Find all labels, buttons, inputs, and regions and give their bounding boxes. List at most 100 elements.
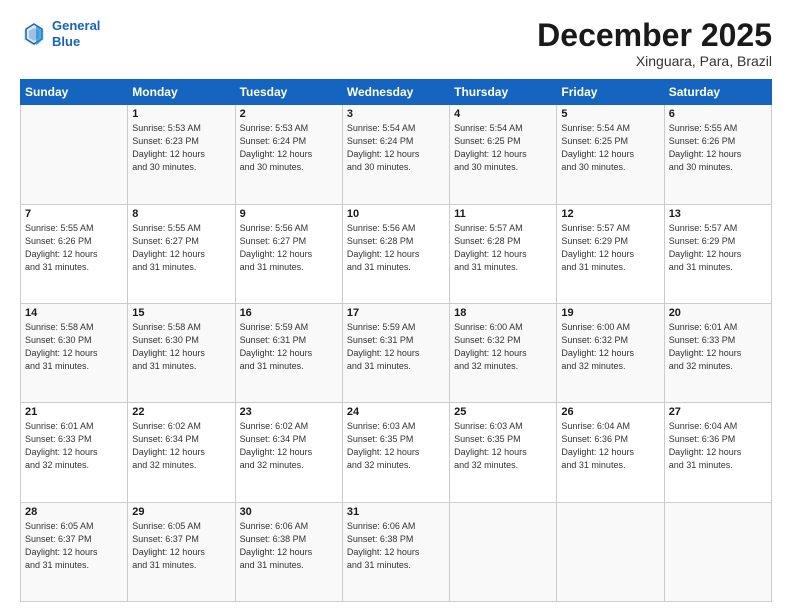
week-row-1: 1 Sunrise: 5:53 AMSunset: 6:23 PMDaylight… xyxy=(21,105,772,204)
day-info: Sunrise: 6:03 AMSunset: 6:35 PMDaylight:… xyxy=(347,420,445,472)
calendar-header-row: SundayMondayTuesdayWednesdayThursdayFrid… xyxy=(21,80,772,105)
day-info: Sunrise: 5:55 AMSunset: 6:26 PMDaylight:… xyxy=(25,222,123,274)
calendar-cell: 24 Sunrise: 6:03 AMSunset: 6:35 PMDayligh… xyxy=(342,403,449,502)
calendar-cell: 11 Sunrise: 5:57 AMSunset: 6:28 PMDayligh… xyxy=(450,204,557,303)
day-number: 14 xyxy=(25,307,123,319)
calendar-cell: 10Sunrise: 5:56 AMSunset: 6:28 PMDayligh… xyxy=(342,204,449,303)
day-header-friday: Friday xyxy=(557,80,664,105)
calendar-cell: 12 Sunrise: 5:57 AMSunset: 6:29 PMDayligh… xyxy=(557,204,664,303)
day-info: Sunrise: 5:55 AMSunset: 6:26 PMDaylight:… xyxy=(669,122,767,174)
day-info: Sunrise: 5:57 AMSunset: 6:29 PMDaylight:… xyxy=(561,222,659,274)
day-header-saturday: Saturday xyxy=(664,80,771,105)
day-info: Sunrise: 5:57 AMSunset: 6:29 PMDaylight:… xyxy=(669,222,767,274)
day-number: 2 xyxy=(240,108,338,120)
calendar-cell xyxy=(450,502,557,601)
day-info: Sunrise: 5:58 AMSunset: 6:30 PMDaylight:… xyxy=(25,321,123,373)
calendar-cell: 8 Sunrise: 5:55 AMSunset: 6:27 PMDaylight… xyxy=(128,204,235,303)
week-row-4: 21Sunrise: 6:01 AMSunset: 6:33 PMDayligh… xyxy=(21,403,772,502)
calendar-cell: 3 Sunrise: 5:54 AMSunset: 6:24 PMDaylight… xyxy=(342,105,449,204)
day-info: Sunrise: 6:05 AMSunset: 6:37 PMDaylight:… xyxy=(132,520,230,572)
day-number: 22 xyxy=(132,406,230,418)
day-number: 8 xyxy=(132,208,230,220)
day-info: Sunrise: 5:59 AMSunset: 6:31 PMDaylight:… xyxy=(347,321,445,373)
day-info: Sunrise: 6:00 AMSunset: 6:32 PMDaylight:… xyxy=(561,321,659,373)
calendar-cell: 17 Sunrise: 5:59 AMSunset: 6:31 PMDayligh… xyxy=(342,303,449,402)
day-number: 17 xyxy=(347,307,445,319)
day-number: 20 xyxy=(669,307,767,319)
calendar-cell: 5 Sunrise: 5:54 AMSunset: 6:25 PMDaylight… xyxy=(557,105,664,204)
calendar-cell: 27 Sunrise: 6:04 AMSunset: 6:36 PMDayligh… xyxy=(664,403,771,502)
day-number: 23 xyxy=(240,406,338,418)
calendar-cell: 25 Sunrise: 6:03 AMSunset: 6:35 PMDayligh… xyxy=(450,403,557,502)
day-info: Sunrise: 5:56 AMSunset: 6:27 PMDaylight:… xyxy=(240,222,338,274)
calendar-cell: 20 Sunrise: 6:01 AMSunset: 6:33 PMDayligh… xyxy=(664,303,771,402)
day-info: Sunrise: 6:04 AMSunset: 6:36 PMDaylight:… xyxy=(669,420,767,472)
day-number: 21 xyxy=(25,406,123,418)
calendar-cell: 13 Sunrise: 5:57 AMSunset: 6:29 PMDayligh… xyxy=(664,204,771,303)
day-info: Sunrise: 6:06 AMSunset: 6:38 PMDaylight:… xyxy=(240,520,338,572)
day-number: 26 xyxy=(561,406,659,418)
day-number: 27 xyxy=(669,406,767,418)
day-number: 3 xyxy=(347,108,445,120)
day-info: Sunrise: 6:00 AMSunset: 6:32 PMDaylight:… xyxy=(454,321,552,373)
calendar-cell: 26 Sunrise: 6:04 AMSunset: 6:36 PMDayligh… xyxy=(557,403,664,502)
day-info: Sunrise: 5:57 AMSunset: 6:28 PMDaylight:… xyxy=(454,222,552,274)
calendar-cell: 23 Sunrise: 6:02 AMSunset: 6:34 PMDayligh… xyxy=(235,403,342,502)
week-row-3: 14 Sunrise: 5:58 AMSunset: 6:30 PMDayligh… xyxy=(21,303,772,402)
calendar-cell: 18 Sunrise: 6:00 AMSunset: 6:32 PMDayligh… xyxy=(450,303,557,402)
day-info: Sunrise: 5:55 AMSunset: 6:27 PMDaylight:… xyxy=(132,222,230,274)
calendar-cell: 6 Sunrise: 5:55 AMSunset: 6:26 PMDaylight… xyxy=(664,105,771,204)
day-number: 15 xyxy=(132,307,230,319)
logo-text: General Blue xyxy=(52,18,100,49)
day-number: 13 xyxy=(669,208,767,220)
calendar-cell: 30 Sunrise: 6:06 AMSunset: 6:38 PMDayligh… xyxy=(235,502,342,601)
day-number: 6 xyxy=(669,108,767,120)
day-number: 24 xyxy=(347,406,445,418)
week-row-2: 7Sunrise: 5:55 AMSunset: 6:26 PMDaylight… xyxy=(21,204,772,303)
day-info: Sunrise: 6:03 AMSunset: 6:35 PMDaylight:… xyxy=(454,420,552,472)
day-info: Sunrise: 6:04 AMSunset: 6:36 PMDaylight:… xyxy=(561,420,659,472)
day-number: 28 xyxy=(25,506,123,518)
calendar-cell: 1 Sunrise: 5:53 AMSunset: 6:23 PMDaylight… xyxy=(128,105,235,204)
day-number: 11 xyxy=(454,208,552,220)
day-number: 5 xyxy=(561,108,659,120)
calendar-cell: 19 Sunrise: 6:00 AMSunset: 6:32 PMDayligh… xyxy=(557,303,664,402)
day-header-sunday: Sunday xyxy=(21,80,128,105)
calendar-cell: 14 Sunrise: 5:58 AMSunset: 6:30 PMDayligh… xyxy=(21,303,128,402)
day-number: 1 xyxy=(132,108,230,120)
day-info: Sunrise: 5:58 AMSunset: 6:30 PMDaylight:… xyxy=(132,321,230,373)
calendar-cell: 9 Sunrise: 5:56 AMSunset: 6:27 PMDaylight… xyxy=(235,204,342,303)
day-header-wednesday: Wednesday xyxy=(342,80,449,105)
day-number: 12 xyxy=(561,208,659,220)
calendar-cell: 2Sunrise: 5:53 AMSunset: 6:24 PMDaylight… xyxy=(235,105,342,204)
logo-icon xyxy=(20,20,48,48)
calendar-cell: 22 Sunrise: 6:02 AMSunset: 6:34 PMDayligh… xyxy=(128,403,235,502)
day-info: Sunrise: 5:53 AMSunset: 6:23 PMDaylight:… xyxy=(132,122,230,174)
day-number: 9 xyxy=(240,208,338,220)
day-info: Sunrise: 6:02 AMSunset: 6:34 PMDaylight:… xyxy=(132,420,230,472)
calendar-cell: 4Sunrise: 5:54 AMSunset: 6:25 PMDaylight… xyxy=(450,105,557,204)
calendar-cell: 16Sunrise: 5:59 AMSunset: 6:31 PMDayligh… xyxy=(235,303,342,402)
calendar-table: SundayMondayTuesdayWednesdayThursdayFrid… xyxy=(20,79,772,602)
header: General Blue December 2025 Xinguara, Par… xyxy=(20,18,772,69)
day-header-tuesday: Tuesday xyxy=(235,80,342,105)
day-info: Sunrise: 5:59 AMSunset: 6:31 PMDaylight:… xyxy=(240,321,338,373)
calendar-cell: 29Sunrise: 6:05 AMSunset: 6:37 PMDayligh… xyxy=(128,502,235,601)
logo: General Blue xyxy=(20,18,100,49)
day-number: 25 xyxy=(454,406,552,418)
calendar-cell: 7Sunrise: 5:55 AMSunset: 6:26 PMDaylight… xyxy=(21,204,128,303)
day-info: Sunrise: 6:05 AMSunset: 6:37 PMDaylight:… xyxy=(25,520,123,572)
day-number: 30 xyxy=(240,506,338,518)
day-header-thursday: Thursday xyxy=(450,80,557,105)
day-info: Sunrise: 5:54 AMSunset: 6:24 PMDaylight:… xyxy=(347,122,445,174)
day-number: 19 xyxy=(561,307,659,319)
day-info: Sunrise: 6:02 AMSunset: 6:34 PMDaylight:… xyxy=(240,420,338,472)
day-info: Sunrise: 5:54 AMSunset: 6:25 PMDaylight:… xyxy=(561,122,659,174)
title-block: December 2025 Xinguara, Para, Brazil xyxy=(537,18,772,69)
day-number: 10 xyxy=(347,208,445,220)
day-number: 18 xyxy=(454,307,552,319)
calendar-cell xyxy=(21,105,128,204)
day-header-monday: Monday xyxy=(128,80,235,105)
calendar-cell xyxy=(557,502,664,601)
day-info: Sunrise: 6:01 AMSunset: 6:33 PMDaylight:… xyxy=(669,321,767,373)
